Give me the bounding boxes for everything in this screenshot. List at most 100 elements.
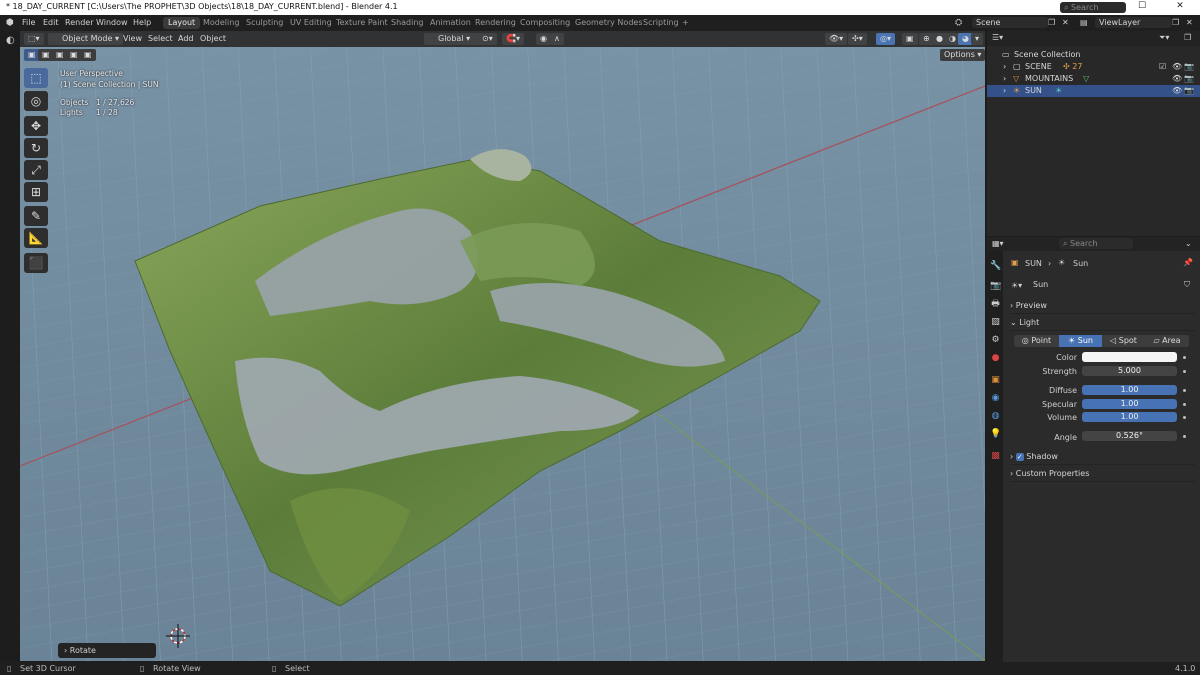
overlays-icon[interactable]: ◎▾ (876, 33, 895, 45)
expand-chevron-icon[interactable]: › (1003, 85, 1006, 97)
menu-edit[interactable]: Edit (43, 18, 59, 27)
menu-select[interactable]: Select (148, 34, 173, 43)
tab-sculpting[interactable]: Sculpting (241, 17, 288, 29)
tab-animation[interactable]: Animation (425, 17, 476, 29)
menu-object[interactable]: Object (200, 34, 226, 43)
expand-chevron-icon[interactable]: › (1003, 61, 1006, 73)
chevron-down-icon[interactable]: ⌄ (1185, 239, 1192, 248)
visibility-eye-icon[interactable]: 👁 (1172, 61, 1182, 73)
xray-icon[interactable]: ▣ (902, 33, 918, 45)
select-box-tool-icon[interactable]: ⬚ (24, 68, 48, 88)
keyframe-dot-icon[interactable] (1183, 403, 1186, 406)
select-mode-intersect-icon[interactable]: ▣ (80, 49, 96, 61)
pivot-point-icon[interactable]: ⊙▾ (478, 33, 497, 45)
delete-scene-icon[interactable]: ✕ (1062, 18, 1069, 27)
view-layer-selector[interactable]: ViewLayer (1095, 17, 1171, 28)
outliner-editor-icon[interactable]: ☰▾ (992, 33, 1003, 42)
render-camera-icon[interactable]: 📷 (1184, 61, 1194, 73)
3d-viewport[interactable] (20, 31, 985, 661)
light-type-point[interactable]: ◎ Point (1014, 335, 1059, 347)
keyframe-dot-icon[interactable] (1183, 370, 1186, 373)
scale-tool-icon[interactable]: ⤢ (24, 160, 48, 180)
specular-slider[interactable]: 1.00 (1082, 399, 1177, 409)
menu-file[interactable]: File (22, 18, 35, 27)
shading-options-icon[interactable]: ▾ (971, 33, 984, 45)
outliner-search-input[interactable]: ⌕ Search (1060, 2, 1126, 13)
menu-window[interactable]: Window (96, 18, 128, 27)
outliner-row-scene[interactable]: › ▢ SCENE ✣ 27 ☑ 👁 📷 (987, 61, 1200, 73)
light-datablock-icon[interactable]: ☀▾ (1011, 281, 1022, 290)
mode-selector[interactable]: Object Mode ▾ (48, 33, 123, 45)
filter-icon[interactable]: ⏷▾ (1159, 33, 1169, 43)
view-layer-tab-icon[interactable]: ▧ (990, 317, 1001, 328)
tab-shading[interactable]: Shading (386, 17, 429, 29)
tab-modeling[interactable]: Modeling (198, 17, 244, 29)
strength-field[interactable]: 5.000 (1082, 366, 1177, 376)
tab-compositing[interactable]: Compositing (515, 17, 575, 29)
light-data-tab-icon[interactable]: 💡 (990, 429, 1001, 440)
visibility-eye-icon[interactable]: 👁 (1172, 85, 1182, 97)
add-cube-tool-icon[interactable]: ⬛ (24, 253, 48, 273)
add-workspace-button[interactable]: + (682, 18, 689, 27)
shadow-panel-header[interactable]: › ✓ Shadow (1010, 450, 1195, 465)
scene-selector[interactable]: Scene (972, 17, 1048, 28)
tab-rendering[interactable]: Rendering (470, 17, 521, 29)
properties-search-input[interactable]: ⌕ Search (1059, 238, 1133, 249)
custom-properties-panel-header[interactable]: › Custom Properties (1010, 467, 1195, 482)
keyframe-dot-icon[interactable] (1183, 435, 1186, 438)
gizmo-icon[interactable]: ✣▾ (848, 33, 867, 45)
menu-view[interactable]: View (123, 34, 142, 43)
diffuse-slider[interactable]: 1.00 (1082, 385, 1177, 395)
constraints-tab-icon[interactable]: ◍ (990, 411, 1001, 422)
render-camera-icon[interactable]: 📷 (1184, 73, 1194, 85)
light-type-spot[interactable]: ◁ Spot (1102, 335, 1145, 347)
physics-tab-icon[interactable]: ◉ (990, 393, 1001, 404)
scene-tab-icon[interactable]: ⚙ (990, 335, 1001, 346)
object-tab-icon[interactable]: ▣ (990, 375, 1001, 386)
measure-tool-icon[interactable]: 📐 (24, 228, 48, 248)
angle-field[interactable]: 0.526° (1082, 431, 1177, 441)
volume-slider[interactable]: 1.00 (1082, 412, 1177, 422)
shield-icon[interactable]: ⛉ (1184, 280, 1190, 290)
render-camera-icon[interactable]: 📷 (1184, 85, 1194, 97)
tab-scripting[interactable]: Scripting (638, 17, 684, 29)
render-tab-icon[interactable]: 📷 (990, 281, 1001, 292)
delete-view-layer-icon[interactable]: ✕ (1186, 18, 1193, 27)
outliner-row-scene-collection[interactable]: ▭ Scene Collection (987, 49, 1200, 61)
last-operator-panel[interactable]: › Rotate (58, 643, 156, 658)
light-panel-header[interactable]: ⌄ Light (1010, 316, 1195, 331)
tab-uv-editing[interactable]: UV Editing (285, 17, 337, 29)
annotate-tool-icon[interactable]: ✎ (24, 206, 48, 226)
visibility-icon[interactable]: 👁▾ (825, 33, 848, 45)
cursor-tool-icon[interactable]: ◎ (24, 91, 48, 111)
close-button[interactable]: ✕ (1162, 1, 1198, 11)
editor-type-icon[interactable]: ◐ (6, 35, 15, 46)
output-tab-icon[interactable]: 🖶 (990, 299, 1001, 310)
maximize-button[interactable]: ☐ (1124, 1, 1160, 11)
move-tool-icon[interactable]: ✥ (24, 116, 48, 136)
menu-help[interactable]: Help (133, 18, 151, 27)
editor-type-button[interactable]: ⬚▾ (24, 33, 44, 45)
pin-icon[interactable]: 📌 (1183, 258, 1193, 267)
light-type-area[interactable]: ▱ Area (1145, 335, 1189, 347)
transform-tool-icon[interactable]: ⊞ (24, 182, 48, 202)
proportional-edit-icon[interactable]: ◉ (536, 33, 551, 45)
new-collection-icon[interactable]: ❐ (1184, 33, 1191, 42)
new-scene-icon[interactable]: ❐ (1048, 18, 1055, 27)
shadow-checkbox[interactable]: ✓ (1015, 452, 1024, 461)
preview-panel-header[interactable]: › Preview (1010, 299, 1195, 314)
options-button[interactable]: Options ▾ (940, 49, 986, 61)
keyframe-dot-icon[interactable] (1183, 416, 1186, 419)
expand-chevron-icon[interactable]: › (1003, 73, 1006, 85)
light-datablock-name[interactable]: Sun (1029, 279, 1185, 290)
new-view-layer-icon[interactable]: ❐ (1172, 18, 1179, 27)
tab-texture-paint[interactable]: Texture Paint (331, 17, 393, 29)
menu-add[interactable]: Add (178, 34, 194, 43)
exclude-checkbox[interactable]: ☑ (1159, 61, 1166, 73)
rotate-tool-icon[interactable]: ↻ (24, 138, 48, 158)
blender-logo-icon[interactable]: ⬢ (6, 18, 14, 28)
keyframe-dot-icon[interactable] (1183, 389, 1186, 392)
tool-tab-icon[interactable]: 🔧 (990, 261, 1001, 272)
texture-tab-icon[interactable]: ▩ (990, 451, 1001, 462)
world-tab-icon[interactable]: ● (990, 353, 1001, 364)
